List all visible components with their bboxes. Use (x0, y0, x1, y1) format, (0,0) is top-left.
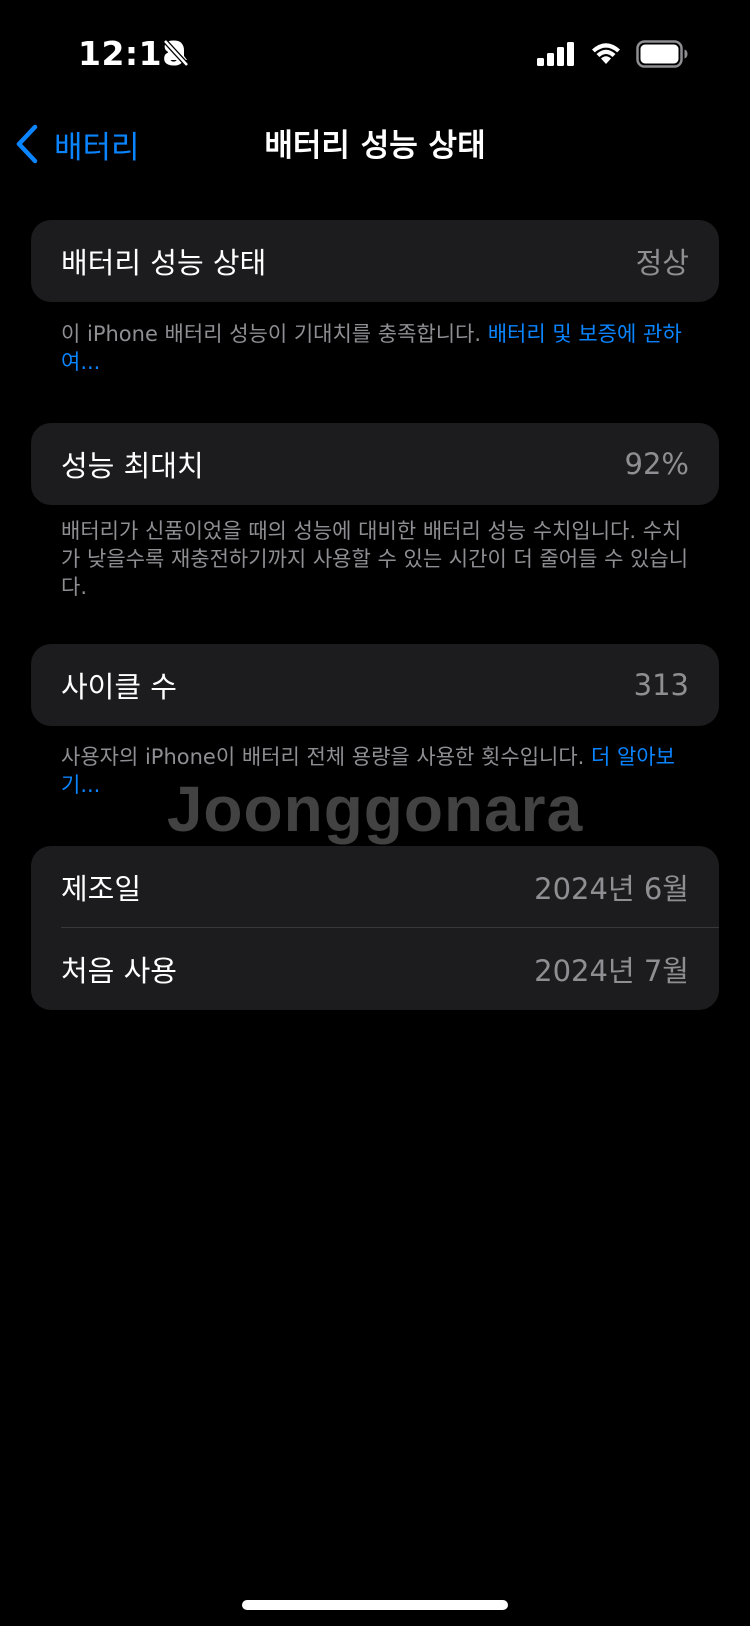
battery-health-group: 배터리 성능 상태 정상 (31, 220, 719, 302)
cycle-count-footnote: 사용자의 iPhone이 배터리 전체 용량을 사용한 횟수입니다. 더 알아보… (61, 743, 691, 799)
cycle-count-label: 사이클 수 (61, 670, 177, 704)
cellular-signal-icon (537, 42, 575, 70)
cycle-count-row: 사이클 수 313 (31, 644, 719, 726)
manufacture-date-row: 제조일 2024년 6월 (31, 846, 719, 928)
maximum-capacity-row: 성능 최대치 92% (31, 423, 719, 505)
first-use-label: 처음 사용 (61, 954, 177, 988)
dates-group: 제조일 2024년 6월 처음 사용 2024년 7월 (31, 846, 719, 1010)
manufacture-date-value: 2024년 6월 (534, 872, 689, 906)
cycle-count-value: 313 (633, 668, 689, 702)
status-bar: 12:18 (0, 0, 750, 110)
first-use-row: 처음 사용 2024년 7월 (31, 928, 719, 1010)
home-indicator[interactable] (242, 1600, 508, 1610)
wifi-icon (589, 40, 623, 70)
manufacture-date-label: 제조일 (61, 872, 142, 906)
battery-health-value: 정상 (635, 246, 689, 280)
battery-health-footnote: 이 iPhone 배터리 성능이 기대치를 충족합니다. 배터리 및 보증에 관… (61, 320, 691, 376)
maximum-capacity-footnote: 배터리가 신품이었을 때의 성능에 대비한 배터리 성능 수치입니다. 수치가 … (61, 519, 689, 599)
battery-health-row: 배터리 성능 상태 정상 (31, 220, 719, 302)
maximum-capacity-label: 성능 최대치 (61, 449, 204, 483)
battery-health-label: 배터리 성능 상태 (61, 246, 267, 280)
page-title: 배터리 성능 상태 (264, 128, 486, 164)
maximum-capacity-group: 성능 최대치 92% (31, 423, 719, 505)
battery-icon (636, 40, 688, 72)
cycle-count-group: 사이클 수 313 (31, 644, 719, 726)
first-use-value: 2024년 7월 (534, 954, 689, 988)
battery-health-footnote-text: 이 iPhone 배터리 성능이 기대치를 충족합니다. (61, 322, 488, 346)
maximum-capacity-value: 92% (624, 447, 689, 481)
bell-slash-icon (162, 38, 190, 72)
cycle-count-footnote-text: 사용자의 iPhone이 배터리 전체 용량을 사용한 횟수입니다. (61, 745, 592, 769)
